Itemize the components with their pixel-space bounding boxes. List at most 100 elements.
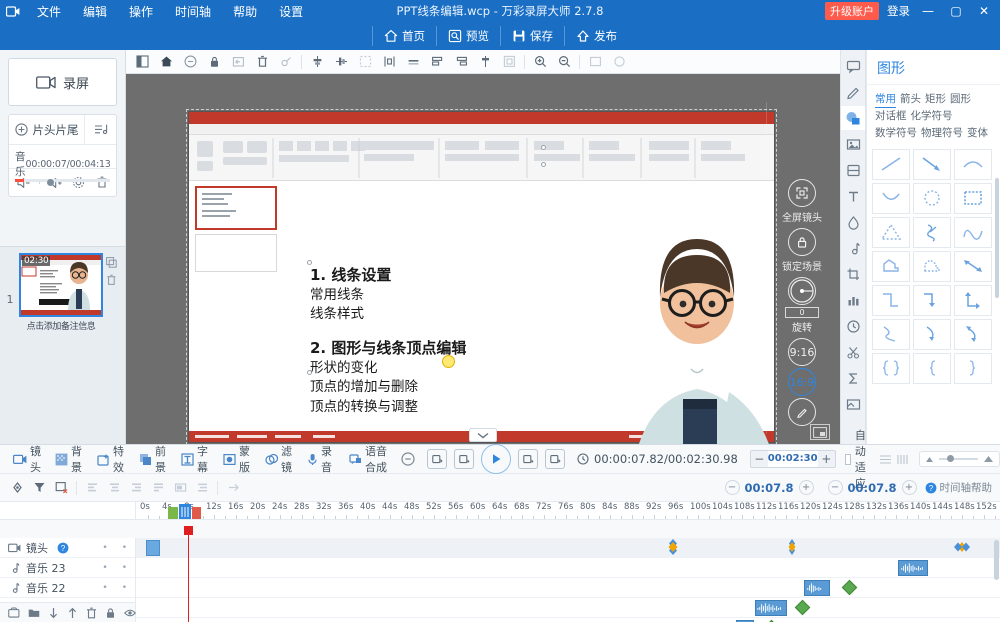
lock-icon[interactable] xyxy=(105,607,116,619)
zoom-in-icon[interactable] xyxy=(983,455,994,463)
distribute-v-icon[interactable] xyxy=(147,478,169,498)
align-horizontal-icon[interactable] xyxy=(329,51,353,73)
clock-icon[interactable] xyxy=(841,314,865,338)
panel-scrollbar[interactable] xyxy=(995,178,999,298)
tab-chemistry[interactable]: 化学符号 xyxy=(911,108,953,124)
tool-effects[interactable]: 特效 xyxy=(90,443,132,475)
fit-width-icon[interactable] xyxy=(879,452,892,466)
question-icon[interactable]: ? xyxy=(57,542,69,554)
volume-down-icon[interactable] xyxy=(14,173,33,192)
login-button[interactable]: 登录 xyxy=(887,3,910,19)
record-screen-button[interactable]: 录屏 xyxy=(8,58,117,106)
music-list-button[interactable] xyxy=(85,115,116,144)
zoom-slider-track[interactable] xyxy=(938,455,979,462)
rotate-dial-icon[interactable] xyxy=(788,277,816,305)
list-item[interactable]: 1 02:30 xyxy=(4,253,121,317)
fullscreen-camera-icon[interactable] xyxy=(788,179,816,207)
lock-icon[interactable] xyxy=(788,228,816,256)
shape-bracket-both-icon[interactable] xyxy=(872,352,910,384)
copy-icon[interactable] xyxy=(106,257,117,268)
restore-icon[interactable] xyxy=(226,51,250,73)
toolbar-preview-button[interactable]: 预览 xyxy=(437,26,501,46)
prev-frame-button[interactable] xyxy=(454,449,475,469)
shape-bracket-right-icon[interactable] xyxy=(954,352,992,384)
track-body-music-21[interactable] xyxy=(136,598,1000,618)
callout-icon[interactable] xyxy=(841,54,865,78)
align-bottom-icon[interactable] xyxy=(125,478,147,498)
gear-icon[interactable] xyxy=(69,173,88,192)
ratio-landscape-button[interactable]: 16:9 xyxy=(788,368,816,396)
keyframe-marker[interactable] xyxy=(953,539,970,555)
track-toggles[interactable]: •• xyxy=(102,543,135,553)
zoom-in-icon[interactable] xyxy=(528,51,552,73)
shape-bracket-left-icon[interactable] xyxy=(913,352,951,384)
pip-preview-icon[interactable] xyxy=(810,424,830,440)
minus-circle-icon[interactable] xyxy=(401,452,415,466)
undo-circle-icon[interactable] xyxy=(178,51,202,73)
in-plus-button[interactable]: + xyxy=(798,480,814,495)
tool-subtitle[interactable]: 字幕 xyxy=(174,443,216,475)
track-body-camera[interactable] xyxy=(136,538,1000,558)
shape-arc-down-icon[interactable] xyxy=(872,182,910,214)
slide-thumbnail[interactable]: 02:30 xyxy=(19,253,103,317)
tab-rectangles[interactable]: 矩形 xyxy=(925,91,946,107)
track-header-camera[interactable]: 镜头 ? • • xyxy=(0,538,136,558)
shape-wave-icon[interactable] xyxy=(954,216,992,248)
clear-filter-icon[interactable] xyxy=(50,478,72,498)
timeline-help-link[interactable]: ? 时间轴帮助 xyxy=(925,480,992,495)
marker-diamond[interactable] xyxy=(794,599,811,615)
chart-icon[interactable] xyxy=(841,288,865,312)
playhead-handle[interactable] xyxy=(184,526,193,535)
menu-item-operation[interactable]: 操作 xyxy=(118,1,164,22)
shape-arc-up-icon[interactable] xyxy=(954,148,992,180)
timeline-ruler[interactable]: 0s4s8s12s16s20s24s28s32s36s40s44s48s52s5… xyxy=(0,502,1000,520)
track-body-music-20[interactable] xyxy=(136,618,1000,622)
tab-callouts[interactable]: 对话框 xyxy=(875,108,907,124)
group-icon[interactable] xyxy=(497,51,521,73)
shape-line-diagonal-icon[interactable] xyxy=(872,148,910,180)
table-row[interactable]: 镜头 ? • • xyxy=(0,538,1000,558)
out-plus-button[interactable]: + xyxy=(901,480,917,495)
mask-icon[interactable] xyxy=(607,51,631,73)
audio-clip[interactable] xyxy=(755,599,787,616)
droplet-icon[interactable] xyxy=(841,210,865,234)
stage[interactable]: 1. 线条设置 常用线条 线条样式 2. 图形与线条顶点编辑 形状的变化 顶点的… xyxy=(126,74,840,444)
zoom-out-icon[interactable] xyxy=(925,456,934,463)
in-point-stepper[interactable]: − 00:07.8 + xyxy=(724,480,814,495)
marker-diamond[interactable] xyxy=(841,579,858,595)
align-middle-icon[interactable] xyxy=(103,478,125,498)
menu-item-help[interactable]: 帮助 xyxy=(222,1,268,22)
align-vertical-icon[interactable] xyxy=(305,51,329,73)
tool-foreground[interactable]: 前景 xyxy=(132,443,174,475)
menu-item-timeline[interactable]: 时间轴 xyxy=(164,1,222,22)
close-button[interactable]: ✕ xyxy=(974,2,994,20)
add-scene-icon[interactable] xyxy=(8,607,20,619)
slide-layout-icon[interactable] xyxy=(130,51,154,73)
resize-handle[interactable] xyxy=(307,260,312,265)
tool-filter[interactable]: 滤镜 xyxy=(258,443,300,475)
home-icon[interactable] xyxy=(154,51,178,73)
slide-note[interactable]: 点击添加备注信息 xyxy=(19,318,103,333)
music-note-icon[interactable] xyxy=(841,236,865,260)
trash-icon[interactable] xyxy=(106,274,117,286)
shape-elbow-icon[interactable] xyxy=(872,284,910,316)
indent-icon[interactable] xyxy=(191,478,213,498)
collapse-panel-button[interactable] xyxy=(469,428,497,442)
tab-math[interactable]: 数学符号 xyxy=(875,125,917,141)
snap-icon[interactable] xyxy=(169,478,191,498)
track-toggles[interactable]: •• xyxy=(102,563,135,573)
toolbar-publish-button[interactable]: 发布 xyxy=(565,26,628,46)
shape-polygon-dashed-icon[interactable] xyxy=(913,250,951,282)
prev-scene-button[interactable] xyxy=(427,449,448,469)
zoom-slider-control[interactable] xyxy=(918,451,1000,467)
minimize-button[interactable]: — xyxy=(918,2,938,20)
shape-curve-arrow-icon[interactable] xyxy=(913,318,951,350)
move-down-icon[interactable] xyxy=(48,607,59,619)
fit-icon[interactable] xyxy=(583,51,607,73)
audio-clip[interactable] xyxy=(804,579,830,596)
align-center-icon[interactable] xyxy=(473,51,497,73)
slide-canvas[interactable]: 1. 线条设置 常用线条 线条样式 2. 图形与线条顶点编辑 形状的变化 顶点的… xyxy=(189,112,774,444)
pencil-icon[interactable] xyxy=(841,80,865,104)
shape-curve-double-arrow-icon[interactable] xyxy=(954,318,992,350)
volume-slider[interactable] xyxy=(39,178,54,186)
